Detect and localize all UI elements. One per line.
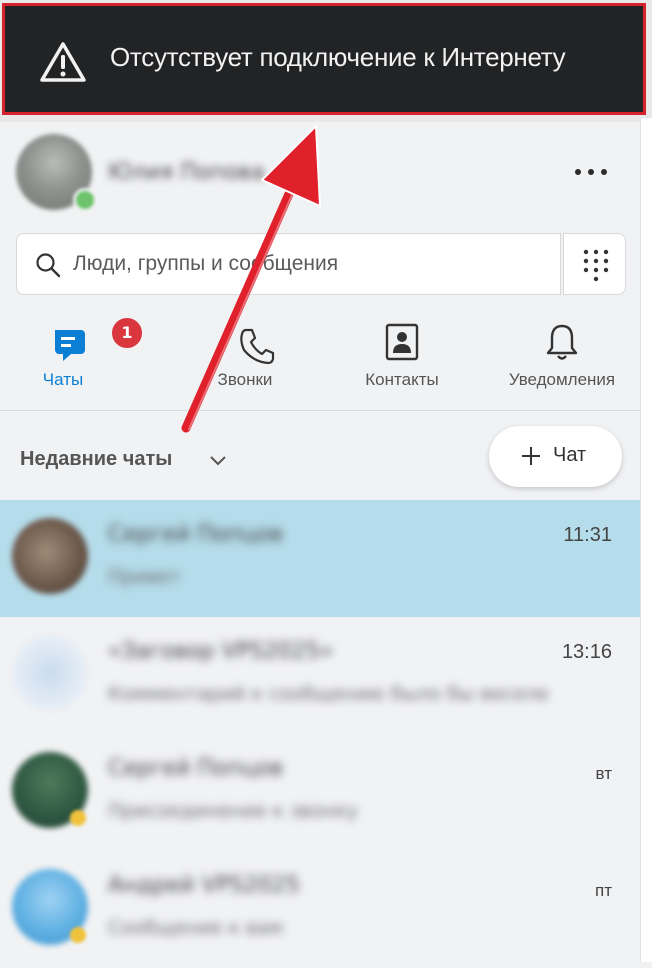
profile-name[interactable]: Юлия Попова <box>108 160 265 185</box>
tab-contacts-label: Контакты <box>365 370 439 389</box>
more-options-button[interactable] <box>566 158 616 186</box>
phone-icon <box>240 328 275 365</box>
chat-list-item[interactable]: Андрей VPS2025 Сообщение к вам пт <box>0 851 640 968</box>
chat-time: 13:16 <box>561 641 612 663</box>
tab-chats[interactable]: 1 Чаты <box>20 316 144 398</box>
offline-banner: Отсутствует подключение к Интернету <box>2 3 646 115</box>
chat-preview: Привет <box>108 566 181 588</box>
chat-name: «Заговор VPS2025» <box>108 639 334 664</box>
contacts-icon <box>385 323 419 361</box>
tab-calls-label: Звонки <box>217 370 273 389</box>
tab-calls[interactable]: Звонки <box>170 318 320 398</box>
chat-icon <box>55 330 86 361</box>
presence-away-icon <box>70 927 86 943</box>
chat-preview: Комментарий к сообщению было бы веселее <box>108 683 548 705</box>
unread-badge: 1 <box>110 316 144 350</box>
chat-list-item[interactable]: Сергей Попцов Присоединение к звонку вт <box>0 734 640 851</box>
chat-time: 11:31 <box>563 524 612 546</box>
chat-list: Сергей Попцов Привет 11:31 «Заговор VPS2… <box>0 500 640 962</box>
chat-name: Андрей VPS2025 <box>108 873 300 898</box>
recent-chats-filter[interactable]: Недавние чаты <box>20 448 172 471</box>
bell-icon <box>546 324 578 360</box>
tab-notifications[interactable]: Уведомления <box>494 318 630 398</box>
chat-time: вт <box>595 764 612 783</box>
dialpad-button[interactable] <box>563 233 626 295</box>
tab-contacts[interactable]: Контакты <box>340 318 464 398</box>
presence-away-icon <box>70 810 86 826</box>
chat-avatar <box>12 518 88 594</box>
warning-icon <box>40 42 86 82</box>
chat-name: Сергей Попцов <box>108 522 284 547</box>
offline-banner-frame: Отсутствует подключение к Интернету <box>0 0 652 122</box>
window-edge <box>640 118 652 962</box>
chat-preview: Сообщение к вам <box>108 917 284 939</box>
chat-list-item[interactable]: Сергей Попцов Привет 11:31 <box>0 500 640 617</box>
offline-message: Отсутствует подключение к Интернету <box>110 42 566 72</box>
more-horizontal-icon <box>575 169 581 175</box>
chat-time: пт <box>595 881 612 900</box>
chevron-down-icon[interactable] <box>208 452 228 468</box>
new-chat-label: Чат <box>553 444 587 466</box>
tab-notifications-label: Уведомления <box>508 370 616 389</box>
tabs-divider <box>0 410 640 411</box>
chat-list-item[interactable]: «Заговор VPS2025» Комментарий к сообщени… <box>0 617 640 734</box>
tab-chats-label: Чаты <box>42 370 84 389</box>
chat-name: Сергей Попцов <box>108 756 284 781</box>
plus-icon <box>522 447 540 465</box>
dialpad-icon <box>583 249 609 282</box>
chat-avatar <box>12 635 88 711</box>
chat-preview: Присоединение к звонку <box>108 800 359 822</box>
search-icon <box>36 253 61 278</box>
new-chat-button[interactable]: Чат <box>489 426 622 487</box>
search-box[interactable] <box>16 233 561 295</box>
presence-status-icon <box>73 188 97 212</box>
search-input[interactable] <box>73 248 543 280</box>
